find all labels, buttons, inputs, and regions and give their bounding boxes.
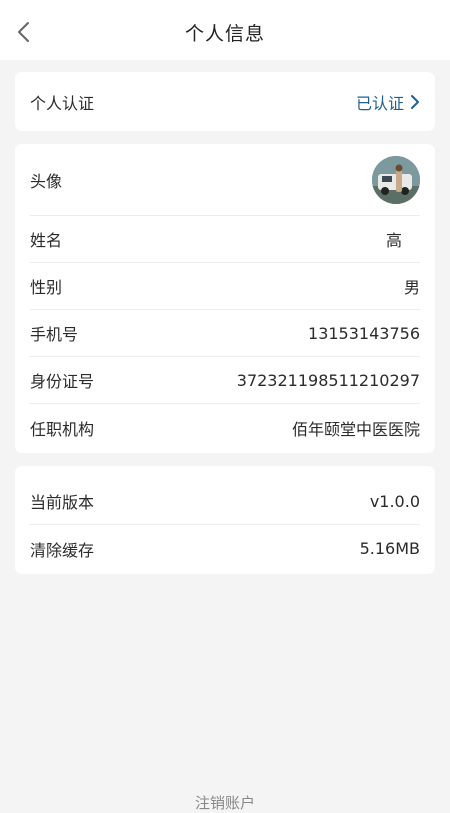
avatar[interactable] (372, 155, 420, 204)
auth-label: 个人认证 (30, 93, 95, 113)
gender-label: 性别 (30, 278, 63, 297)
gender-row[interactable]: 性别 男 (30, 263, 420, 310)
clear-cache-label: 清除缓存 (30, 540, 95, 560)
avatar-row[interactable]: 头像 (30, 144, 420, 216)
chevron-right-icon (411, 94, 419, 109)
profile-card: 头像 姓名 高 性别 男 手机号 13153143756 身份证号 372321… (15, 144, 435, 453)
top-bar: 个人信息 (0, 0, 450, 60)
cache-size-value: 5.16MB (359, 539, 420, 558)
phone-label: 手机号 (30, 325, 79, 344)
logout-button[interactable]: 注销账户 (0, 792, 450, 813)
name-label: 姓名 (30, 231, 63, 250)
clear-cache-row[interactable]: 清除缓存 5.16MB (30, 525, 420, 572)
institution-row[interactable]: 任职机构 佰年颐堂中医医院 (30, 404, 420, 451)
page-title: 个人信息 (184, 23, 265, 45)
auth-card: 个人认证 已认证 (15, 72, 435, 131)
phone-row[interactable]: 手机号 13153143756 (30, 310, 420, 357)
gender-value: 男 (403, 278, 420, 297)
name-row[interactable]: 姓名 高 (30, 216, 420, 263)
phone-value: 13153143756 (308, 323, 420, 343)
version-row: 当前版本 v1.0.0 (30, 478, 420, 525)
settings-card: 当前版本 v1.0.0 清除缓存 5.16MB (15, 466, 435, 574)
institution-label: 任职机构 (30, 419, 95, 439)
version-label: 当前版本 (30, 493, 95, 512)
id-number-value: 372321198511210297 (236, 370, 420, 390)
avatar-label: 头像 (30, 171, 63, 191)
id-number-row[interactable]: 身份证号 372321198511210297 (30, 357, 420, 404)
auth-status[interactable]: 已认证 (356, 90, 420, 114)
auth-status-text: 已认证 (355, 93, 404, 113)
id-number-label: 身份证号 (30, 372, 95, 391)
institution-value: 佰年颐堂中医医院 (291, 419, 420, 439)
auth-row[interactable]: 个人认证 已认证 (30, 72, 420, 131)
name-value: 高 (385, 231, 402, 250)
version-value: v1.0.0 (369, 491, 420, 511)
